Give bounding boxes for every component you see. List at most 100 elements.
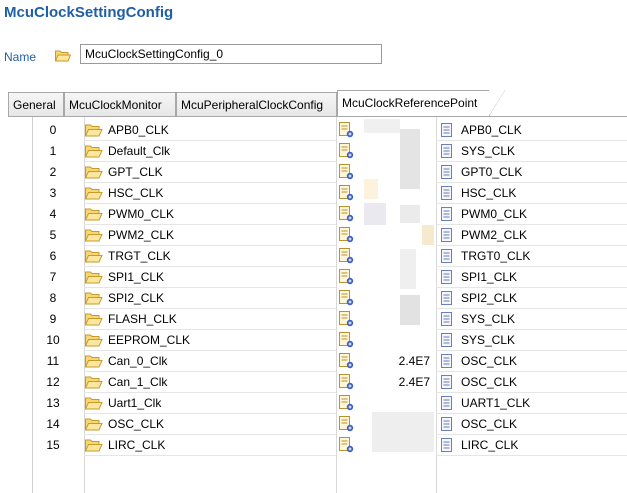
table-row[interactable]: 10 EEPROM_CLK SYS_CLK — [0, 330, 627, 351]
reference-clock[interactable]: SYS_CLK — [461, 309, 515, 330]
reference-clock[interactable]: LIRC_CLK — [461, 435, 518, 456]
clock-name[interactable]: LIRC_CLK — [108, 435, 165, 456]
tab-mcu-clock-monitor[interactable]: McuClockMonitor — [64, 92, 176, 117]
reference-icon[interactable] — [338, 227, 354, 246]
document-icon — [441, 249, 453, 266]
reference-icon[interactable] — [338, 185, 354, 204]
clock-name[interactable]: PWM0_CLK — [108, 204, 174, 225]
clock-name[interactable]: PWM2_CLK — [108, 225, 174, 246]
folder-icon — [84, 186, 103, 203]
document-icon — [441, 333, 453, 350]
document-icon — [441, 354, 453, 371]
table-row[interactable]: 0 APB0_CLK APB0_CLK — [0, 120, 627, 141]
tab-mcu-peripheral-clock-config[interactable]: McuPeripheralClockConfig — [176, 92, 337, 117]
folder-icon — [84, 438, 103, 455]
reference-icon[interactable] — [338, 437, 354, 456]
tab-mcu-clock-reference-point[interactable]: McuClockReferencePoint — [337, 90, 505, 117]
clock-name[interactable]: Can_1_Clk — [108, 372, 167, 393]
reference-clock[interactable]: PWM0_CLK — [461, 204, 527, 225]
table-row[interactable]: 4 PWM0_CLK PWM0_CLK — [0, 204, 627, 225]
reference-icon[interactable] — [338, 374, 354, 393]
clock-name[interactable]: GPT_CLK — [108, 162, 163, 183]
table-row[interactable]: 12 Can_1_Clk 2.4E7 OSC_CLK — [0, 372, 627, 393]
clock-name[interactable]: TRGT_CLK — [108, 246, 171, 267]
reference-clock[interactable]: HSC_CLK — [461, 183, 516, 204]
folder-icon — [84, 123, 103, 140]
reference-icon[interactable] — [338, 164, 354, 183]
name-input[interactable] — [80, 44, 382, 64]
row-index: 15 — [46, 438, 60, 452]
row-index: 10 — [46, 333, 60, 347]
reference-icon[interactable] — [338, 416, 354, 435]
reference-icon[interactable] — [338, 206, 354, 225]
clock-name[interactable]: Can_0_Clk — [108, 351, 167, 372]
document-icon — [441, 123, 453, 140]
row-index: 11 — [46, 354, 60, 368]
reference-icon[interactable] — [338, 290, 354, 309]
table-row[interactable]: 1 Default_Clk SYS_CLK — [0, 141, 627, 162]
folder-icon — [84, 417, 103, 434]
reference-icon[interactable] — [338, 269, 354, 288]
folder-icon — [84, 249, 103, 266]
clock-name[interactable]: OSC_CLK — [108, 414, 164, 435]
clock-name[interactable]: SPI2_CLK — [108, 288, 164, 309]
row-index: 0 — [49, 123, 57, 137]
reference-clock[interactable]: SPI2_CLK — [461, 288, 517, 309]
folder-icon — [84, 291, 103, 308]
table-row[interactable]: 9 FLASH_CLK SYS_CLK — [0, 309, 627, 330]
reference-clock[interactable]: GPT0_CLK — [461, 162, 522, 183]
document-icon — [441, 144, 453, 161]
tab-general[interactable]: General — [8, 92, 64, 117]
clock-name[interactable]: EEPROM_CLK — [108, 330, 190, 351]
table-row[interactable]: 11 Can_0_Clk 2.4E7 OSC_CLK — [0, 351, 627, 372]
reference-clock[interactable]: APB0_CLK — [461, 120, 522, 141]
reference-clock[interactable]: OSC_CLK — [461, 351, 517, 372]
document-icon — [441, 270, 453, 287]
reference-clock[interactable]: PWM2_CLK — [461, 225, 527, 246]
table-row[interactable]: 8 SPI2_CLK SPI2_CLK — [0, 288, 627, 309]
clock-name[interactable]: HSC_CLK — [108, 183, 163, 204]
clock-name[interactable]: Uart1_Clk — [108, 393, 161, 414]
document-icon — [441, 291, 453, 308]
table-row[interactable]: 13 Uart1_Clk UART1_CLK — [0, 393, 627, 414]
folder-icon — [84, 375, 103, 392]
reference-icon[interactable] — [338, 122, 354, 141]
reference-clock[interactable]: OSC_CLK — [461, 414, 517, 435]
frequency-value[interactable]: 2.4E7 — [366, 372, 430, 393]
clock-name[interactable]: Default_Clk — [108, 141, 170, 162]
folder-icon — [84, 207, 103, 224]
table-row[interactable]: 7 SPI1_CLK SPI1_CLK — [0, 267, 627, 288]
table-row[interactable]: 14 OSC_CLK OSC_CLK — [0, 414, 627, 435]
reference-icon[interactable] — [338, 143, 354, 162]
document-icon — [441, 375, 453, 392]
reference-clock[interactable]: SPI1_CLK — [461, 267, 517, 288]
reference-icon[interactable] — [338, 311, 354, 330]
reference-clock[interactable]: SYS_CLK — [461, 141, 515, 162]
clock-name[interactable]: SPI1_CLK — [108, 267, 164, 288]
table-row[interactable]: 2 GPT_CLK GPT0_CLK — [0, 162, 627, 183]
row-index: 1 — [49, 144, 57, 158]
reference-clock[interactable]: UART1_CLK — [461, 393, 530, 414]
reference-icon[interactable] — [338, 353, 354, 372]
row-index: 12 — [46, 375, 60, 389]
tab-bar: General McuClockMonitor McuPeripheralClo… — [8, 90, 627, 118]
reference-icon[interactable] — [338, 395, 354, 414]
table-row[interactable]: 15 LIRC_CLK LIRC_CLK — [0, 435, 627, 456]
table-row[interactable]: 3 HSC_CLK HSC_CLK — [0, 183, 627, 204]
frequency-value[interactable]: 2.4E7 — [366, 351, 430, 372]
reference-icon[interactable] — [338, 248, 354, 267]
reference-clock[interactable]: SYS_CLK — [461, 330, 515, 351]
folder-icon — [84, 333, 103, 350]
clock-name[interactable]: APB0_CLK — [108, 120, 169, 141]
table-row[interactable]: 5 PWM2_CLK PWM2_CLK — [0, 225, 627, 246]
table-row[interactable]: 6 TRGT_CLK TRGT0_CLK — [0, 246, 627, 267]
reference-clock[interactable]: OSC_CLK — [461, 372, 517, 393]
document-icon — [441, 207, 453, 224]
reference-icon[interactable] — [338, 332, 354, 351]
row-index: 6 — [49, 249, 57, 263]
folder-icon — [84, 354, 103, 371]
reference-clock[interactable]: TRGT0_CLK — [461, 246, 530, 267]
clock-name[interactable]: FLASH_CLK — [108, 309, 177, 330]
document-icon — [441, 312, 453, 329]
row-index: 8 — [49, 291, 57, 305]
